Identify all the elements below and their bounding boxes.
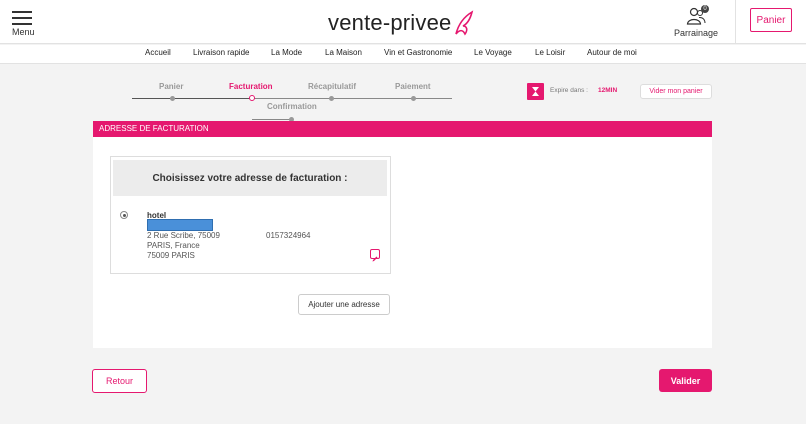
step-dot-recapitulatif — [329, 96, 334, 101]
step-label-facturation: Facturation — [229, 82, 273, 91]
step-label-recapitulatif: Récapitulatif — [308, 82, 357, 91]
address-phone: 0157324964 — [266, 231, 311, 240]
nav-item-la-mode[interactable]: La Mode — [271, 48, 302, 57]
step-label-panier: Panier — [159, 82, 184, 91]
step-label-paiement: Paiement — [395, 82, 431, 91]
step-line-todo — [252, 98, 452, 99]
step-line-done — [132, 98, 252, 99]
step-label-confirmation: Confirmation — [267, 102, 317, 111]
parrainage-button[interactable]: Parrainage — [672, 6, 720, 38]
add-address-button[interactable]: Ajouter une adresse — [298, 294, 390, 315]
butterfly-logo-icon — [455, 10, 474, 36]
redacted-field — [147, 219, 213, 231]
step-dot-panier — [170, 96, 175, 101]
main-nav: Accueil Livraison rapide La Mode La Mais… — [0, 45, 806, 64]
nav-item-le-voyage[interactable]: Le Voyage — [474, 48, 512, 57]
nav-item-accueil[interactable]: Accueil — [145, 48, 171, 57]
cart-button[interactable]: Panier — [750, 8, 792, 32]
header-divider — [735, 0, 736, 44]
logo-text: vente-privee — [328, 10, 452, 35]
step-dot-facturation — [249, 95, 255, 101]
parrainage-count-badge: 0 — [701, 5, 709, 13]
site-logo[interactable]: vente-privee — [328, 6, 475, 36]
back-button[interactable]: Retour — [92, 369, 147, 393]
address-line-2: PARIS, France — [147, 241, 200, 250]
address-line-1: 2 Rue Scribe, 75009 — [147, 231, 220, 240]
nav-item-autour-de-moi[interactable]: Autour de moi — [587, 48, 637, 57]
hourglass-icon — [527, 83, 544, 100]
nav-item-vin-gastronomie[interactable]: Vin et Gastronomie — [384, 48, 452, 57]
menu-label[interactable]: Menu — [12, 27, 35, 37]
expire-label: Expire dans : — [550, 87, 588, 94]
address-radio[interactable] — [120, 211, 128, 219]
step-line-confirmation — [252, 119, 292, 120]
validate-button[interactable]: Valider — [659, 369, 712, 392]
expire-value: 12MIN — [598, 87, 618, 94]
nav-item-la-maison[interactable]: La Maison — [325, 48, 362, 57]
empty-cart-button[interactable]: Vider mon panier — [640, 84, 712, 99]
address-card-title: Choisissez votre adresse de facturation … — [113, 160, 387, 196]
nav-item-livraison-rapide[interactable]: Livraison rapide — [193, 48, 249, 57]
address-line-3: 75009 PARIS — [147, 251, 195, 260]
parrainage-label: Parrainage — [673, 28, 719, 38]
section-title: ADRESSE DE FACTURATION — [93, 121, 712, 137]
step-dot-paiement — [411, 96, 416, 101]
top-header: Menu vente-privee Parrainage 0 Panier — [0, 0, 806, 44]
edit-icon[interactable] — [370, 249, 380, 262]
nav-item-le-loisir[interactable]: Le Loisir — [535, 48, 565, 57]
